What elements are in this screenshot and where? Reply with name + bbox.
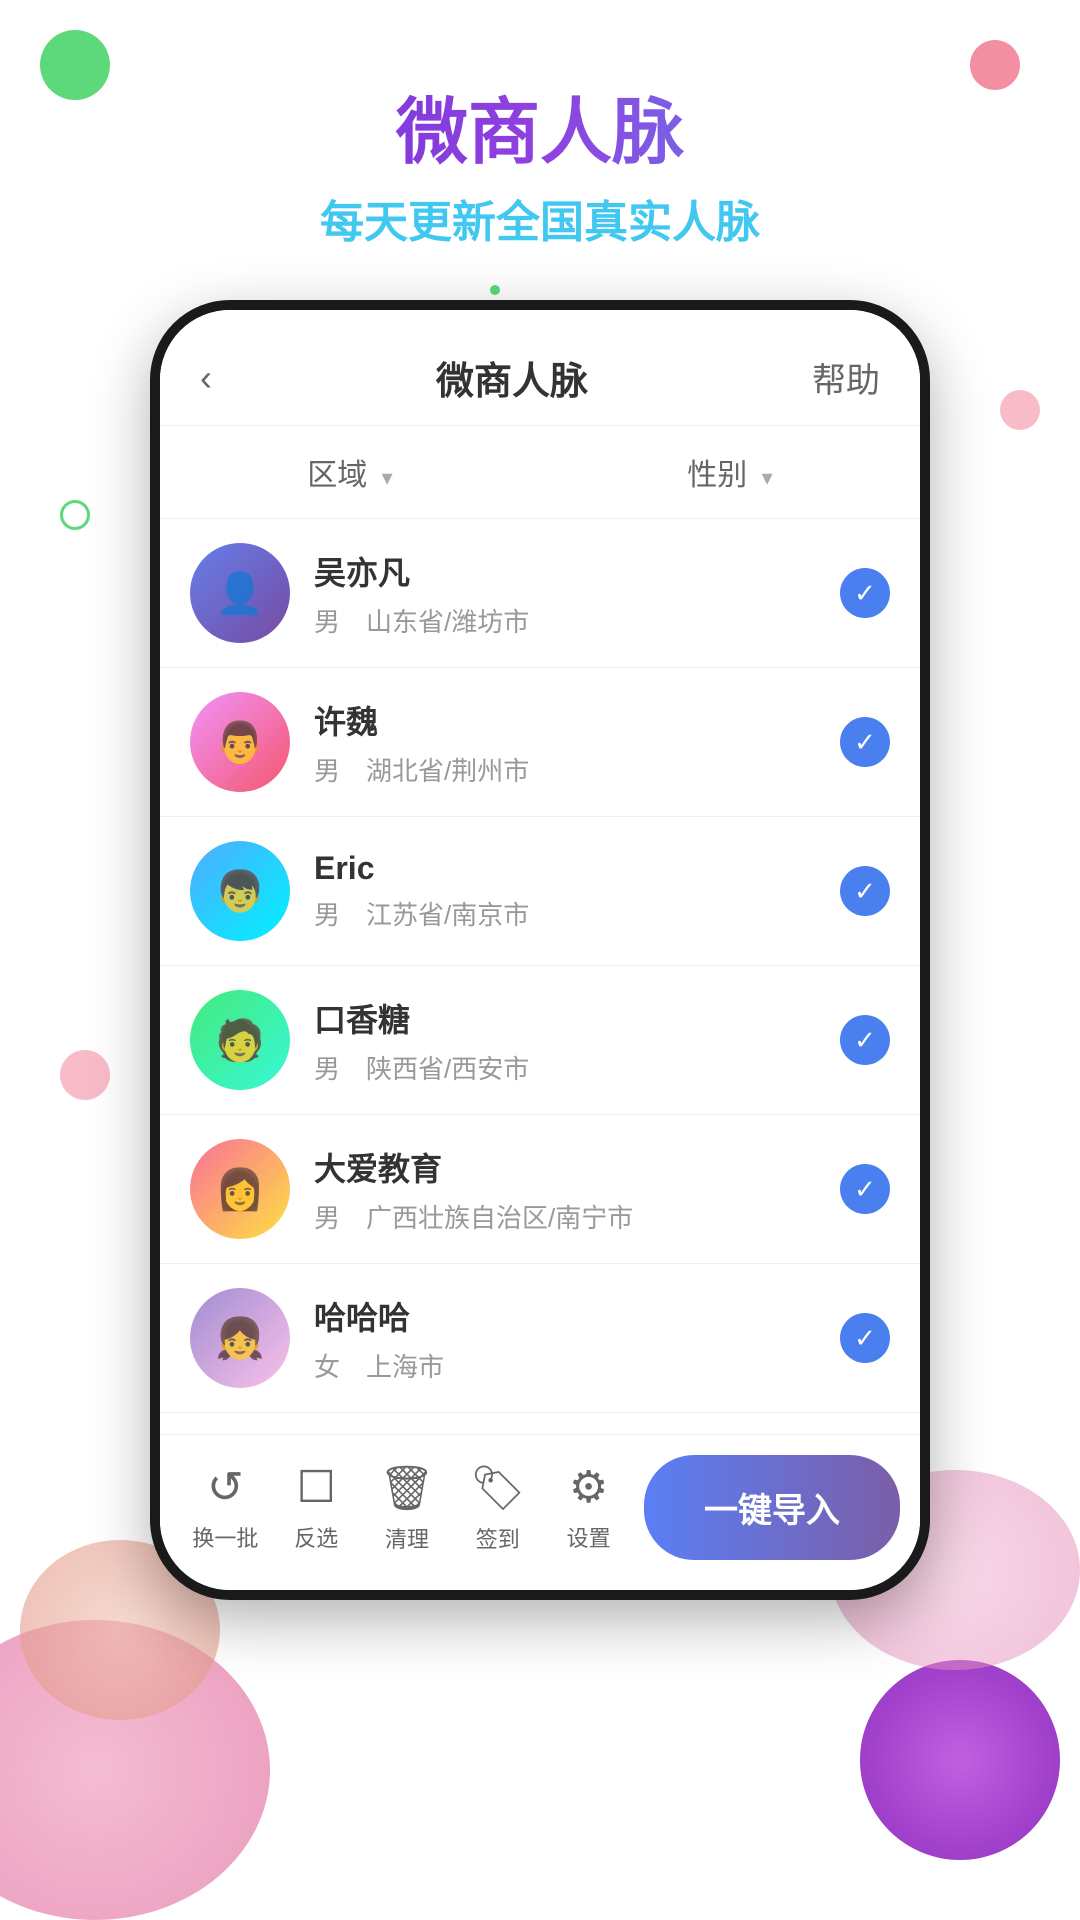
contact-check[interactable]: ✓: [840, 1015, 890, 1065]
settings-icon: ⚙: [569, 1462, 608, 1513]
avatar-icon: 👤: [190, 543, 290, 643]
avatar-icon: 👨: [190, 692, 290, 792]
contact-detail: 男 山东省/潍坊市: [314, 602, 840, 639]
contact-avatar: 👤: [190, 543, 290, 643]
contact-avatar: 👦: [190, 841, 290, 941]
import-button[interactable]: 一键导入: [644, 1455, 900, 1560]
phone-title: 微商人脉: [436, 350, 588, 405]
contact-item[interactable]: 👩 大爱教育 男 广西壮族自治区/南宁市 ✓: [160, 1115, 920, 1264]
contact-info: 哈哈哈 女 上海市: [314, 1293, 840, 1384]
back-button[interactable]: ‹: [200, 357, 212, 399]
toolbar-btn-refresh[interactable]: ↺ 换一批: [180, 1462, 271, 1554]
contact-info: Eric 男 江苏省/南京市: [314, 850, 840, 932]
contact-list: 👤 吴亦凡 男 山东省/潍坊市 ✓ 👨 许魏 男 湖北省/荆州市 ✓ 👦 Eri…: [160, 519, 920, 1434]
contact-check[interactable]: ✓: [840, 717, 890, 767]
phone-toolbar: ↺ 换一批 ☐ 反选 🗑 清理 🏷 签到 ⚙ 设置 一键导入: [160, 1434, 920, 1590]
contact-name: Eric: [314, 850, 840, 887]
main-title: 微商人脉: [0, 90, 1080, 176]
contact-name: 大爱教育: [314, 1144, 840, 1190]
tag-label: 签到: [476, 1522, 520, 1554]
toolbar-btn-settings[interactable]: ⚙ 设置: [543, 1462, 634, 1554]
phone-header: ‹ 微商人脉 帮助: [160, 310, 920, 426]
contact-detail: 女 上海市: [314, 1347, 840, 1384]
filter-tab-region[interactable]: 区域: [160, 426, 540, 518]
avatar-icon: 🧑: [190, 990, 290, 1090]
toolbar-btn-clear[interactable]: 🗑 清理: [362, 1462, 453, 1554]
inverse-label: 反选: [294, 1521, 338, 1553]
contact-name: 哈哈哈: [314, 1293, 840, 1339]
contact-detail: 男 陕西省/西安市: [314, 1049, 840, 1086]
contact-check[interactable]: ✓: [840, 1164, 890, 1214]
clear-label: 清理: [385, 1522, 429, 1554]
decoration-blob-pink-mid: [1000, 390, 1040, 430]
contact-detail: 男 广西壮族自治区/南宁市: [314, 1198, 840, 1235]
contact-check[interactable]: ✓: [840, 866, 890, 916]
contact-check[interactable]: ✓: [840, 568, 890, 618]
toolbar-btn-tag[interactable]: 🏷 签到: [452, 1462, 543, 1554]
contact-check[interactable]: ✓: [840, 1313, 890, 1363]
contact-info: 口香糖 男 陕西省/西安市: [314, 995, 840, 1086]
toolbar-btn-inverse[interactable]: ☐ 反选: [271, 1462, 362, 1554]
refresh-icon: ↺: [207, 1462, 244, 1513]
sub-title: 每天更新全国真实人脉: [0, 186, 1080, 250]
phone-inner: ‹ 微商人脉 帮助 区域 性别 👤 吴亦凡 男 山东省/潍坊市 ✓ 👨: [160, 310, 920, 1590]
contact-name: 口香糖: [314, 995, 840, 1041]
avatar-icon: 👧: [190, 1288, 290, 1388]
contact-avatar: 👩: [190, 1139, 290, 1239]
check-icon: ✓: [854, 727, 876, 758]
contact-item[interactable]: 🧑 口香糖 男 陕西省/西安市 ✓: [160, 966, 920, 1115]
contact-detail: 男 江苏省/南京市: [314, 895, 840, 932]
contact-avatar: 🧑: [190, 990, 290, 1090]
decoration-blob-purple-br: [860, 1660, 1060, 1860]
avatar-icon: 👩: [190, 1139, 290, 1239]
clear-icon: 🗑: [379, 1462, 435, 1514]
contact-name: 许魏: [314, 697, 840, 743]
contact-avatar: 👨: [190, 692, 290, 792]
decoration-dot-center: [490, 285, 500, 295]
decoration-blob-green-mid: [60, 500, 90, 530]
avatar-icon: 👦: [190, 841, 290, 941]
contact-item[interactable]: 🙋 榕 女 湖南省/长沙市 ✓: [160, 1413, 920, 1434]
check-icon: ✓: [854, 1174, 876, 1205]
contact-avatar: 👧: [190, 1288, 290, 1388]
contact-item[interactable]: 👨 许魏 男 湖北省/荆州市 ✓: [160, 668, 920, 817]
contact-info: 许魏 男 湖北省/荆州市: [314, 697, 840, 788]
filter-tab-gender[interactable]: 性别: [540, 426, 920, 518]
check-icon: ✓: [854, 1025, 876, 1056]
toolbar-left: ↺ 换一批 ☐ 反选 🗑 清理 🏷 签到 ⚙ 设置: [180, 1462, 634, 1554]
check-icon: ✓: [854, 1323, 876, 1354]
help-button[interactable]: 帮助: [812, 353, 880, 402]
contact-info: 大爱教育 男 广西壮族自治区/南宁市: [314, 1144, 840, 1235]
decoration-blob-pink-lower: [60, 1050, 110, 1100]
check-icon: ✓: [854, 578, 876, 609]
inverse-icon: ☐: [296, 1462, 335, 1513]
contact-name: 吴亦凡: [314, 548, 840, 594]
contact-info: 吴亦凡 男 山东省/潍坊市: [314, 548, 840, 639]
contact-item[interactable]: 👦 Eric 男 江苏省/南京市 ✓: [160, 817, 920, 966]
contact-item[interactable]: 👧 哈哈哈 女 上海市 ✓: [160, 1264, 920, 1413]
refresh-label: 换一批: [192, 1521, 258, 1553]
decoration-blob-pink-top: [970, 40, 1020, 90]
tag-icon: 🏷: [470, 1462, 526, 1514]
check-icon: ✓: [854, 876, 876, 907]
header-area: 微商人脉 每天更新全国真实人脉: [0, 90, 1080, 250]
settings-label: 设置: [567, 1521, 611, 1553]
contact-item[interactable]: 👤 吴亦凡 男 山东省/潍坊市 ✓: [160, 519, 920, 668]
phone-frame: ‹ 微商人脉 帮助 区域 性别 👤 吴亦凡 男 山东省/潍坊市 ✓ 👨: [150, 300, 930, 1600]
filter-tabs: 区域 性别: [160, 426, 920, 519]
contact-detail: 男 湖北省/荆州市: [314, 751, 840, 788]
